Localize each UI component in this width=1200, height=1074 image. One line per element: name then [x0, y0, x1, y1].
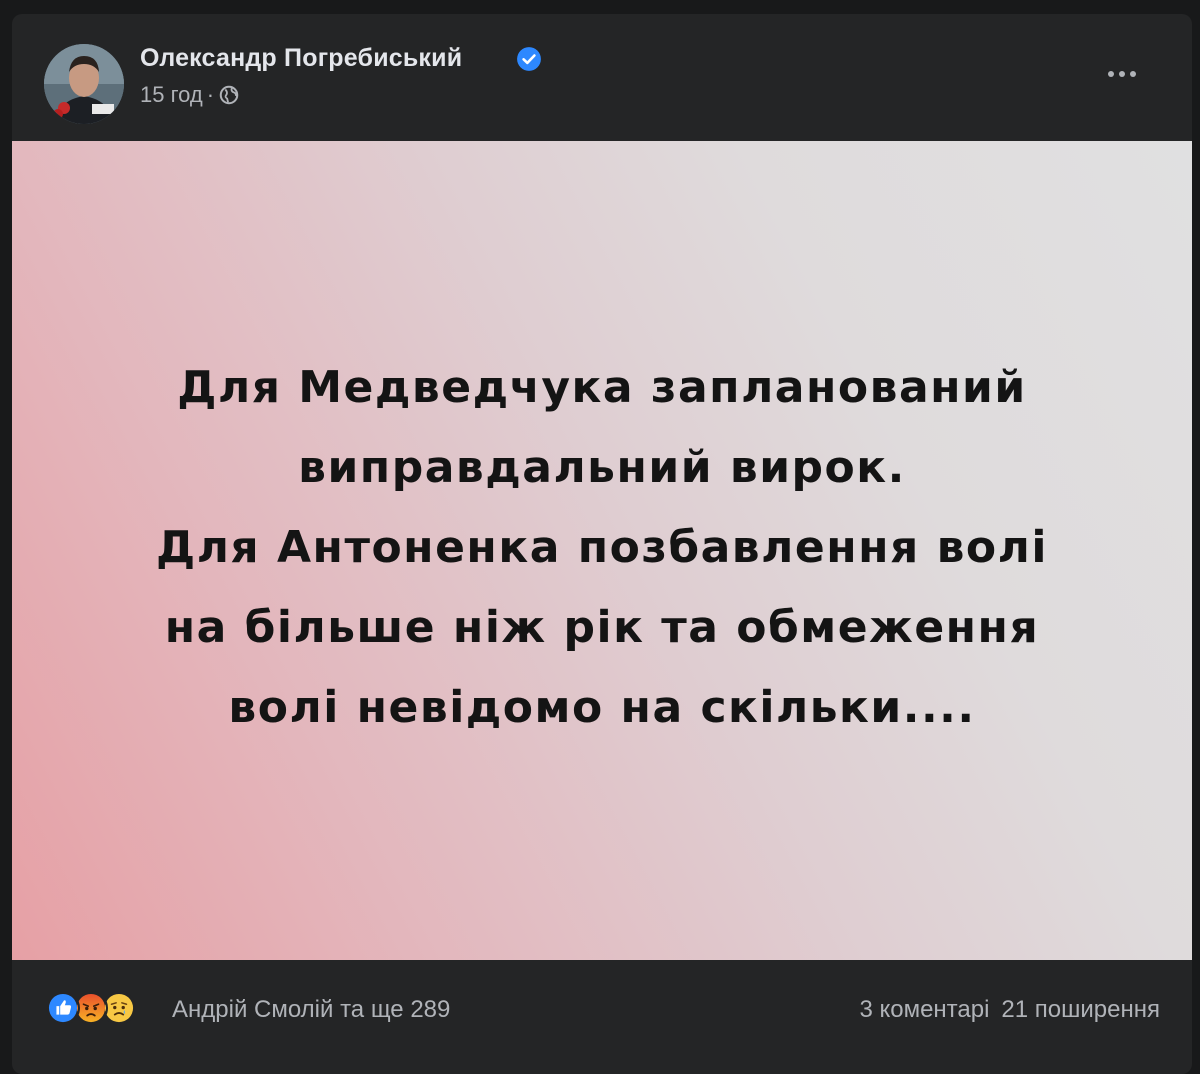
comments-count[interactable]: 3 коментарі — [859, 996, 989, 1024]
more-options-icon — [1108, 71, 1114, 77]
reactions-text[interactable]: Андрій Смолій та ще 289 — [172, 996, 450, 1024]
post-header: Олександр Погребиський 15 год · — [12, 14, 1192, 141]
image-text-line: Для Медведчука запланований — [177, 361, 1027, 413]
shares-count[interactable]: 21 поширення — [1001, 996, 1160, 1024]
post-stats: 3 коментарі 21 поширення — [859, 996, 1160, 1024]
post-image[interactable]: Для Медведчука запланований виправдальни… — [12, 141, 1192, 960]
more-options-button[interactable] — [1098, 54, 1146, 94]
post-meta: 15 год · — [140, 82, 240, 108]
image-text-line: Для Антоненка позбавлення волі — [156, 521, 1048, 573]
avatar-photo — [44, 44, 124, 124]
meta-separator: · — [206, 82, 215, 107]
author-name[interactable]: Олександр Погребиський — [140, 44, 462, 73]
reactions-summary[interactable] — [46, 990, 136, 1026]
post-image-text: Для Медведчука запланований виправдальни… — [156, 348, 1048, 748]
globe-icon[interactable] — [218, 84, 240, 106]
image-text-line: виправдальний вирок. — [298, 441, 906, 493]
like-icon — [46, 991, 80, 1025]
verified-badge-icon — [517, 47, 541, 71]
post-card: Олександр Погребиський 15 год · Для Медв… — [12, 14, 1192, 1074]
image-text-line: волі невідомо на скільки.... — [228, 681, 976, 733]
image-text-line: на більше ніж рік та обмеження — [164, 601, 1040, 653]
post-timestamp[interactable]: 15 год — [140, 82, 203, 108]
author-avatar[interactable] — [44, 44, 124, 124]
post-footer: Андрій Смолій та ще 289 3 коментарі 21 п… — [12, 960, 1192, 1060]
